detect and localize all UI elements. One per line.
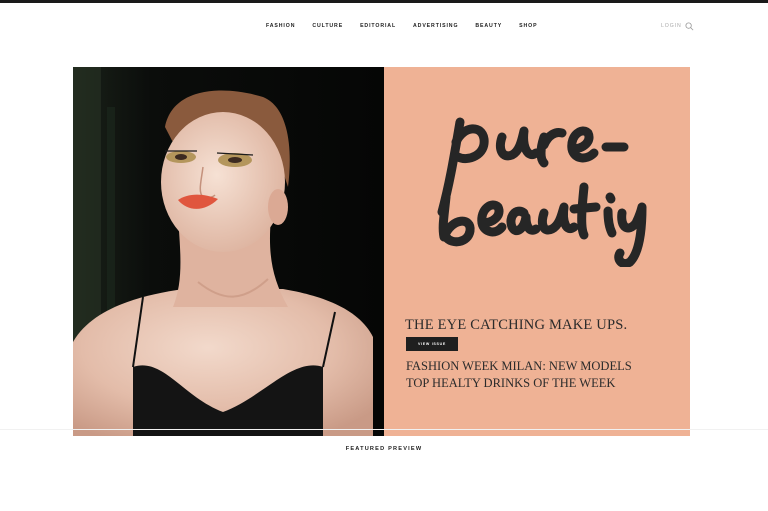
nav-item-beauty[interactable]: BEAUTY xyxy=(475,21,502,31)
top-accent-bar xyxy=(0,0,768,3)
nav-menu: FASHION CULTURE EDITORIAL ADVERTISING BE… xyxy=(266,21,554,31)
view-issue-button[interactable]: VIEW ISSUE xyxy=(406,337,458,351)
main-navigation: FASHION CULTURE EDITORIAL ADVERTISING BE… xyxy=(0,21,768,31)
featured-preview-heading: FEATURED PREVIEW xyxy=(345,446,423,452)
model-portrait-image xyxy=(73,67,384,436)
hero-headline: THE EYE CATCHING MAKE UPS. xyxy=(405,317,628,333)
nav-item-culture[interactable]: CULTURE xyxy=(312,21,343,31)
article-link-fashion-week[interactable]: FASHION WEEK MILAN: NEW MODELS xyxy=(406,359,632,374)
pure-beauty-logo xyxy=(437,117,647,269)
nav-item-fashion[interactable]: FASHION xyxy=(266,21,295,31)
nav-item-shop[interactable]: SHOP xyxy=(519,21,537,31)
login-link[interactable]: LOGIN xyxy=(661,21,682,31)
section-divider xyxy=(0,429,768,430)
article-link-healthy-drinks[interactable]: TOP HEALTY DRINKS OF THE WEEK xyxy=(406,376,615,391)
nav-item-editorial[interactable]: EDITORIAL xyxy=(360,21,396,31)
hero-photo[interactable] xyxy=(73,67,384,436)
nav-item-advertising[interactable]: ADVERTISING xyxy=(413,21,458,31)
search-icon[interactable] xyxy=(685,22,694,31)
